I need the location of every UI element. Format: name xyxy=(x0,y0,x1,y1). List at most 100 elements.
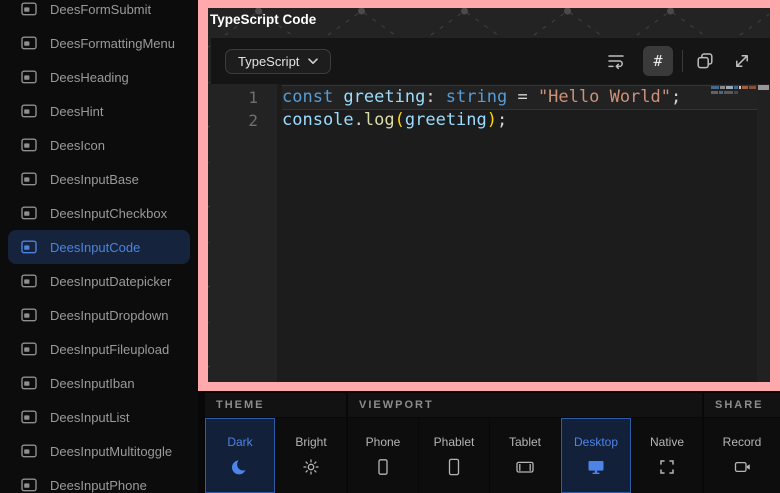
sidebar-item-label: DeesInputMultitoggle xyxy=(50,444,172,459)
scrollbar-thumb[interactable] xyxy=(758,85,769,90)
demo-frame: TypeScript Code TypeScript xyxy=(198,0,780,391)
sidebar-item-deesinputfileupload[interactable]: DeesInputFileupload xyxy=(8,332,190,366)
code-token: ; xyxy=(671,87,681,107)
viewport-section-header: VIEWPORT xyxy=(348,393,702,417)
code-token: string xyxy=(446,87,507,107)
sidebar-item-deesheading[interactable]: DeesHeading xyxy=(8,60,190,94)
demo-title: TypeScript Code xyxy=(210,12,316,27)
line-number: 1 xyxy=(211,86,258,109)
sidebar-item-deesinputlist[interactable]: DeesInputList xyxy=(8,400,190,434)
share-record-button[interactable]: Record xyxy=(704,418,780,493)
code-area[interactable]: 1 2 const greeting: string = "Hello Worl… xyxy=(211,84,770,382)
viewport-phablet-button[interactable]: Phablet xyxy=(419,418,489,493)
line-number-gutter: 1 2 xyxy=(211,84,277,382)
sidebar-item-label: DeesInputList xyxy=(50,410,130,425)
properties-toolbar: THEME Dark Bright xyxy=(205,393,780,493)
sidebar-item-deesformsubmit[interactable]: DeesFormSubmit xyxy=(8,0,190,26)
sidebar-item-label: DeesHint xyxy=(50,104,103,119)
component-icon xyxy=(21,240,37,254)
sidebar-item-label: DeesInputFileupload xyxy=(50,342,169,357)
sidebar-item-label: DeesFormSubmit xyxy=(50,2,151,17)
moon-icon xyxy=(231,458,249,476)
toolbar-divider xyxy=(682,50,683,72)
sidebar-item-label: DeesFormattingMenu xyxy=(50,36,175,51)
copy-icon[interactable] xyxy=(695,51,715,71)
sidebar-item-deesinputbase[interactable]: DeesInputBase xyxy=(8,162,190,196)
component-icon xyxy=(21,342,37,356)
minimap[interactable] xyxy=(711,86,756,96)
line-numbers-icon[interactable]: # xyxy=(643,46,673,76)
viewport-tablet-label: Tablet xyxy=(509,435,541,449)
code-editor: TypeScript # xyxy=(211,38,770,382)
code-token: ( xyxy=(395,110,405,130)
component-icon xyxy=(21,410,37,424)
component-icon xyxy=(21,104,37,118)
sidebar-item-deesinputcode[interactable]: DeesInputCode xyxy=(8,230,190,264)
theme-section: THEME Dark Bright xyxy=(205,393,346,493)
component-icon xyxy=(21,2,37,16)
viewport-phone-button[interactable]: Phone xyxy=(348,418,418,493)
sidebar-item-label: DeesInputCode xyxy=(50,240,140,255)
sidebar-item-deesicon[interactable]: DeesIcon xyxy=(8,128,190,162)
share-section-header: SHARE xyxy=(704,393,780,417)
component-icon xyxy=(21,70,37,84)
component-icon xyxy=(21,274,37,288)
word-wrap-icon[interactable] xyxy=(606,51,626,71)
theme-dark-button[interactable]: Dark xyxy=(205,418,275,493)
sidebar-item-deesinputcheckbox[interactable]: DeesInputCheckbox xyxy=(8,196,190,230)
viewport-desktop-label: Desktop xyxy=(574,435,618,449)
code-token: greeting xyxy=(405,110,487,130)
sidebar-item-label: DeesInputIban xyxy=(50,376,135,391)
component-icon xyxy=(21,36,37,50)
language-dropdown-label: TypeScript xyxy=(238,54,299,69)
component-icon xyxy=(21,138,37,152)
code-token: ; xyxy=(497,110,507,130)
sidebar-item-label: DeesHeading xyxy=(50,70,129,85)
language-dropdown[interactable]: TypeScript xyxy=(225,49,331,74)
viewport-tablet-button[interactable]: Tablet xyxy=(490,418,560,493)
chevron-down-icon xyxy=(308,58,318,65)
viewport-native-label: Native xyxy=(650,435,684,449)
sidebar-item-deesinputdropdown[interactable]: DeesInputDropdown xyxy=(8,298,190,332)
sidebar-item-label: DeesIcon xyxy=(50,138,105,153)
sidebar-item-label: DeesInputCheckbox xyxy=(50,206,167,221)
sidebar-item-deeshint[interactable]: DeesHint xyxy=(8,94,190,128)
hash-glyph: # xyxy=(653,52,662,70)
viewport-desktop-button[interactable]: Desktop xyxy=(561,418,631,493)
sidebar-item-label: DeesInputPhone xyxy=(50,478,147,493)
component-icon xyxy=(21,478,37,492)
viewport-section: VIEWPORT Phone Phablet Tablet xyxy=(348,393,702,493)
component-sidebar: DeesFormSubmit DeesFormattingMenu DeesHe… xyxy=(0,0,198,493)
sidebar-item-deesinputphone[interactable]: DeesInputPhone xyxy=(8,468,190,493)
code-token: console xyxy=(282,110,354,130)
code-token: log xyxy=(364,110,395,130)
sidebar-item-label: DeesInputDropdown xyxy=(50,308,169,323)
component-icon xyxy=(21,444,37,458)
code-line: const greeting: string = "Hello World"; xyxy=(282,86,770,109)
phone-icon xyxy=(374,458,392,476)
record-icon xyxy=(733,458,752,476)
sidebar-item-deesinputmultitoggle[interactable]: DeesInputMultitoggle xyxy=(8,434,190,468)
theme-bright-label: Bright xyxy=(295,435,326,449)
share-section: SHARE Record xyxy=(704,393,780,493)
theme-dark-label: Dark xyxy=(227,435,252,449)
phablet-icon xyxy=(445,458,463,476)
line-number: 2 xyxy=(211,109,258,132)
sidebar-item-deesinputiban[interactable]: DeesInputIban xyxy=(8,366,190,400)
expand-icon[interactable] xyxy=(732,51,752,71)
sidebar-item-label: DeesInputBase xyxy=(50,172,139,187)
component-list: DeesFormSubmit DeesFormattingMenu DeesHe… xyxy=(8,0,190,493)
code-token: = xyxy=(507,87,538,107)
sidebar-item-deesinputdatepicker[interactable]: DeesInputDatepicker xyxy=(8,264,190,298)
sidebar-item-deesformattingmenu[interactable]: DeesFormattingMenu xyxy=(8,26,190,60)
theme-bright-button[interactable]: Bright xyxy=(276,418,346,493)
code-token: "Hello World" xyxy=(538,87,671,107)
viewport-native-button[interactable]: Native xyxy=(632,418,702,493)
editor-scrollbar[interactable] xyxy=(757,84,770,382)
component-icon xyxy=(21,172,37,186)
component-icon xyxy=(21,206,37,220)
sidebar-item-label: DeesInputDatepicker xyxy=(50,274,171,289)
theme-section-header: THEME xyxy=(205,393,346,417)
component-icon xyxy=(21,308,37,322)
code-token: . xyxy=(354,110,364,130)
